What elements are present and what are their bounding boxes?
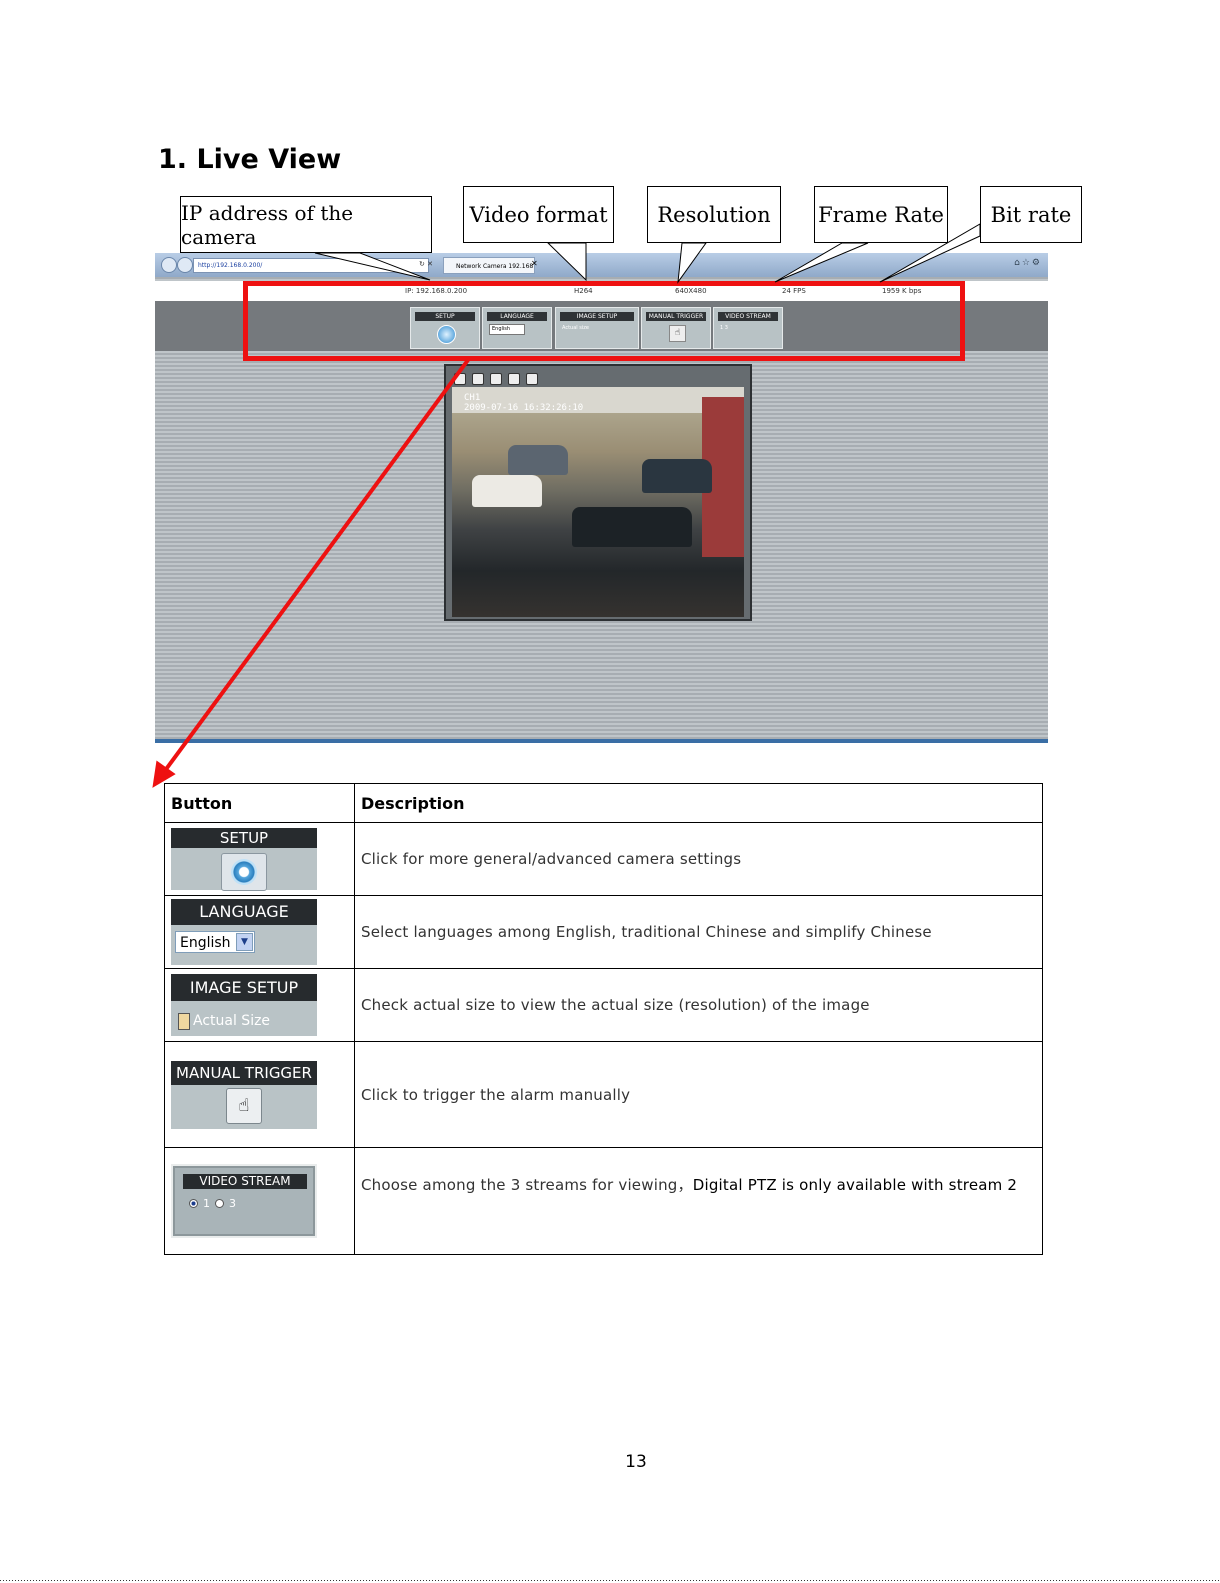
description-cell: Click to trigger the alarm manually [354,1041,1043,1148]
callout-resolution: Resolution [647,186,781,243]
image-setup-button-image: IMAGE SETUP Actual Size [171,974,317,1036]
checkbox-icon [178,1013,190,1030]
radio-selected-icon [189,1199,198,1208]
snapshot-icon[interactable] [526,373,538,385]
button-cell: MANUAL TRIGGER ☝ [164,1041,355,1148]
highlight-box [243,281,965,361]
header-description: Description [354,783,1043,823]
header-button: Button [164,783,355,823]
browser-tab[interactable]: Network Camera 192.168 ... [443,257,535,287]
video-car [508,445,568,475]
hand-icon: ☝ [226,1087,262,1124]
radio-label-3: 3 [229,1197,236,1210]
video-car [472,475,542,507]
video-osd: CH1 2009-07-16 16:32:26:10 [464,393,583,413]
callout-frame-rate: Frame Rate [814,186,948,243]
callout-ip-address: IP address of the camera [180,196,432,253]
video-car [572,507,692,547]
description-emphasis: Digital PTZ is only available with strea… [692,1176,1018,1194]
setup-button-image: SETUP [171,828,317,891]
image-setup-label: IMAGE SETUP [171,974,317,1001]
button-cell: LANGUAGE English ▼ [164,895,355,969]
description-text: Choose among the 3 streams for viewing， [361,1176,693,1194]
description-cell: Choose among the 3 streams for viewing，D… [354,1147,1043,1255]
zoom-icon[interactable] [454,373,466,385]
browser-toolbar: http://192.168.0.200/ ↻ ✕ Network Camera… [155,253,1048,287]
language-select: English ▼ [175,931,255,953]
video-stream-label: VIDEO STREAM [183,1174,307,1189]
button-cell: VIDEO STREAM 1 3 [164,1147,355,1255]
red-arrow-head [152,760,176,788]
video-car [642,459,712,493]
back-icon[interactable] [161,257,177,273]
language-label: LANGUAGE [171,899,317,925]
refresh-stop-icons[interactable]: ↻ ✕ [419,258,433,271]
table-row: MANUAL TRIGGER ☝ Click to trigger the al… [164,1041,1043,1148]
description-cell: Check actual size to view the actual siz… [354,968,1043,1042]
callout-bit-rate: Bit rate [980,186,1082,243]
osd-timestamp: 2009-07-16 16:32:26:10 [464,403,584,413]
table-row: SETUP Click for more general/advanced ca… [164,822,1043,896]
taskbar [155,739,1048,743]
radio-label-1: 1 [203,1197,210,1210]
manual-trigger-button-image: MANUAL TRIGGER ☝ [171,1060,317,1129]
table-row: LANGUAGE English ▼ Select languages amon… [164,895,1043,969]
close-tab-icon[interactable]: ✕ [531,259,538,268]
table-row: IMAGE SETUP Actual Size Check actual siz… [164,968,1043,1042]
actual-size-label: Actual Size [193,1013,271,1029]
button-cell: IMAGE SETUP Actual Size [164,968,355,1042]
gear-icon [221,853,267,891]
table-header-row: Button Description [164,783,1043,823]
mic-icon[interactable] [490,373,502,385]
callout-video-format: Video format [463,186,614,243]
footer-rule [0,1580,1220,1581]
table-row: VIDEO STREAM 1 3 Choose among the 3 stre… [164,1147,1043,1255]
live-video: CH1 2009-07-16 16:32:26:10 [452,387,744,617]
page-heading: 1. Live View [158,144,342,175]
osd-channel: CH1 [464,393,481,403]
description-cell: Select languages among English, traditio… [354,895,1043,969]
setup-label: SETUP [171,828,317,848]
forward-icon[interactable] [177,257,193,273]
button-description-table: Button Description SETUP Click for more … [164,783,1043,1255]
radio-unselected-icon [215,1199,224,1208]
audio-icon[interactable] [472,373,484,385]
page-number: 13 [625,1452,647,1472]
language-select-value: English [180,935,231,951]
description-cell: Click for more general/advanced camera s… [354,822,1043,896]
button-cell: SETUP [164,822,355,896]
home-star-gear-icons[interactable]: ⌂☆⚙ [1014,258,1042,268]
video-stream-button-image: VIDEO STREAM 1 3 [171,1164,317,1238]
stream-radios: 1 3 [189,1197,236,1210]
video-viewer: CH1 2009-07-16 16:32:26:10 [444,364,752,621]
record-icon[interactable] [508,373,520,385]
language-button-image: LANGUAGE English ▼ [171,899,317,965]
address-bar[interactable]: http://192.168.0.200/ [193,258,429,273]
manual-trigger-label: MANUAL TRIGGER [171,1060,317,1085]
chevron-down-icon: ▼ [236,933,253,951]
